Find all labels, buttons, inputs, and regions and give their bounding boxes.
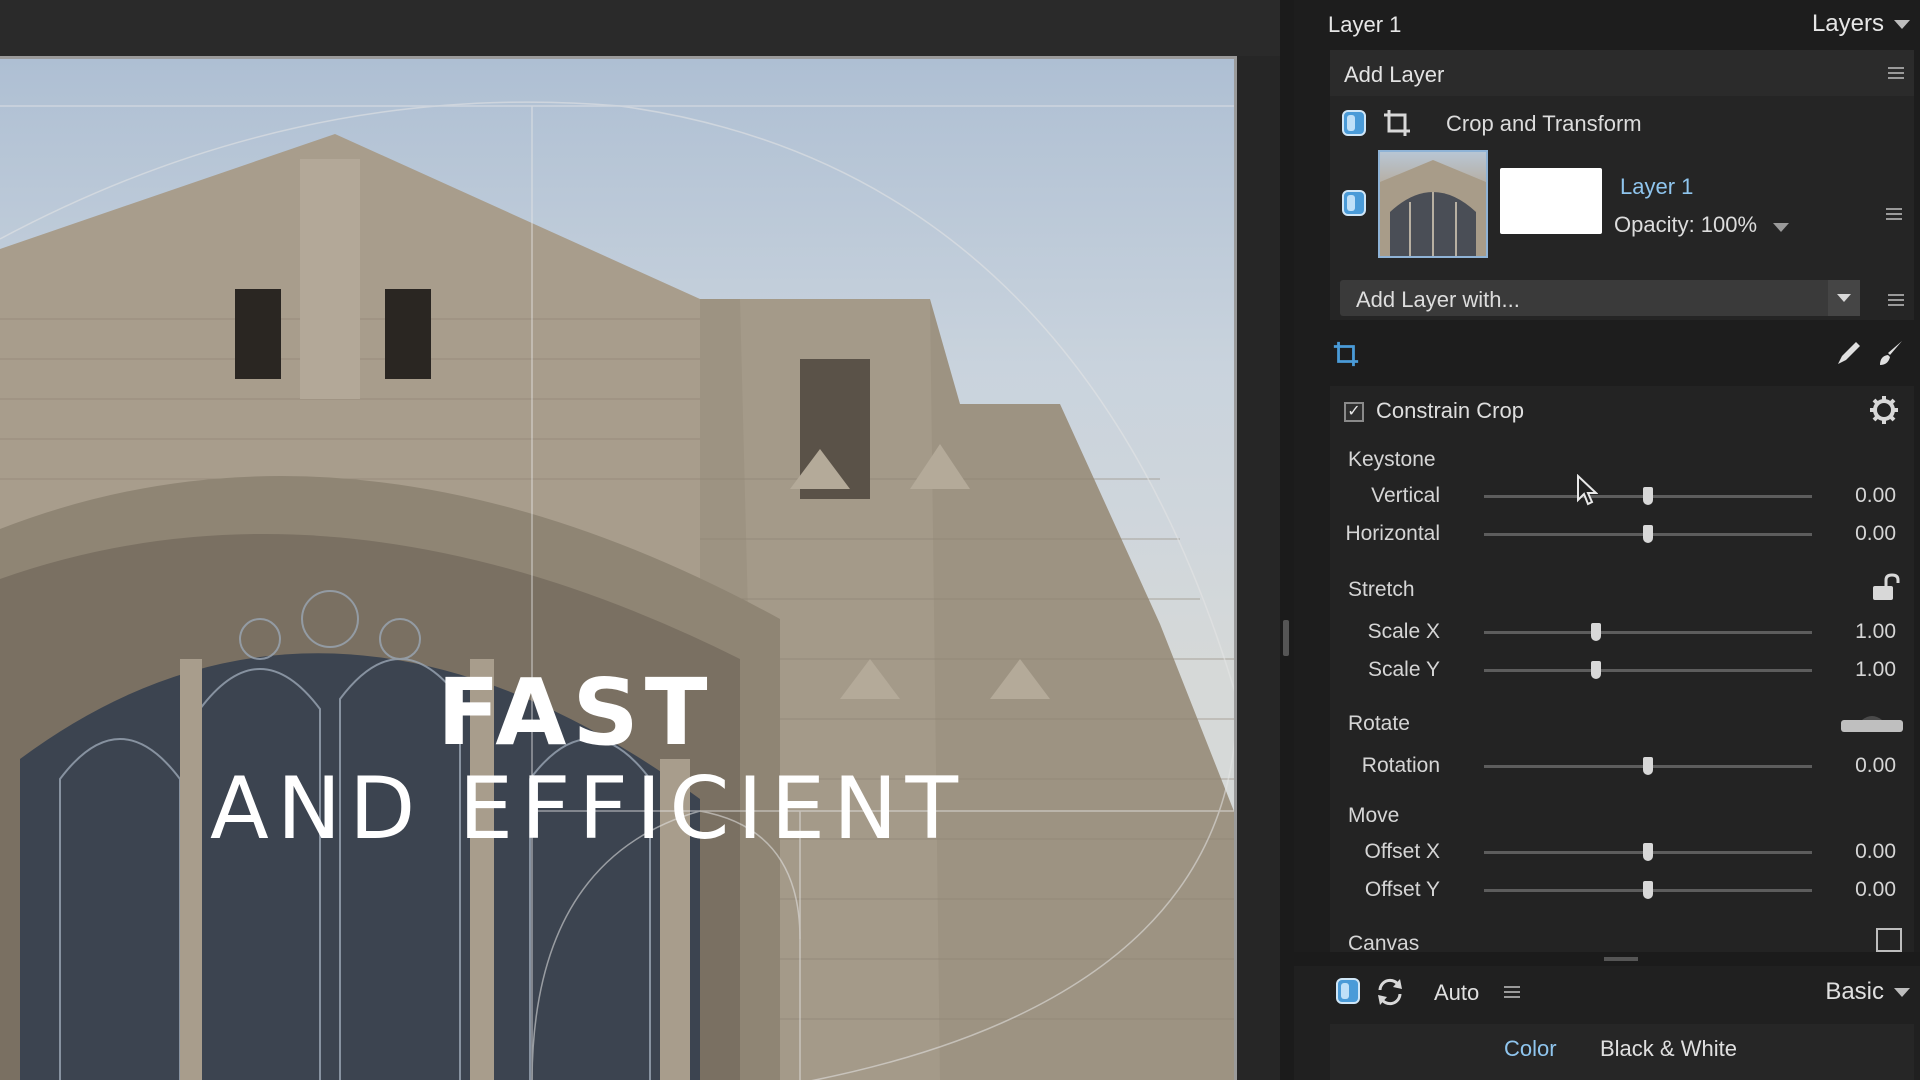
vertical-slider-label: Vertical <box>1371 484 1440 507</box>
canvas-topbar <box>0 0 1280 56</box>
add-layer-row[interactable]: Add Layer <box>1330 50 1914 96</box>
adjust-visibility-toggle-icon[interactable] <box>1336 978 1360 1004</box>
rotation-value[interactable]: 0.00 <box>1816 754 1896 778</box>
bottom-panel: Auto Basic Color Black & White <box>1294 966 1920 1080</box>
rotate-level-icon[interactable] <box>1840 712 1904 734</box>
add-layer-with-label: Add Layer with... <box>1356 287 1520 312</box>
crop-panel: ✓ Constrain Crop Keystone Vertical 0.00 … <box>1330 386 1914 955</box>
scale-y-value[interactable]: 1.00 <box>1816 658 1896 682</box>
church-photo <box>0 101 1234 1080</box>
scale-y-slider-thumb[interactable] <box>1590 661 1601 679</box>
add-layer-with-select[interactable]: Add Layer with... <box>1340 280 1860 316</box>
brush-icon[interactable] <box>1876 338 1906 368</box>
layer1-visibility-toggle-icon[interactable] <box>1342 190 1366 216</box>
chevron-down-icon <box>1894 19 1910 29</box>
horizontal-value[interactable]: 0.00 <box>1816 522 1896 546</box>
keystone-section-label: Keystone <box>1348 448 1436 471</box>
tab-black-white[interactable]: Black & White <box>1600 1036 1737 1062</box>
horizontal-slider-thumb[interactable] <box>1643 525 1653 543</box>
constrain-crop-label[interactable]: Constrain Crop <box>1376 398 1524 424</box>
horizontal-slider-label: Horizontal <box>1345 522 1440 545</box>
vertical-value[interactable]: 0.00 <box>1816 484 1896 508</box>
splitter-grip[interactable] <box>1283 620 1289 656</box>
offset-y-slider-thumb[interactable] <box>1643 881 1653 899</box>
scale-x-slider-thumb[interactable] <box>1590 623 1601 641</box>
scale-x-slider[interactable] <box>1484 623 1812 641</box>
scale-y-slider[interactable] <box>1484 661 1812 679</box>
stretch-section-label: Stretch <box>1348 578 1415 601</box>
crop-icon[interactable] <box>1332 340 1360 368</box>
gear-icon[interactable] <box>1868 394 1900 426</box>
tab-color[interactable]: Color <box>1504 1036 1557 1062</box>
scale-x-value[interactable]: 1.00 <box>1816 620 1896 644</box>
horizontal-slider[interactable] <box>1484 525 1812 543</box>
lock-icon[interactable] <box>1870 572 1900 602</box>
layers-menu-label: Layers <box>1811 10 1884 37</box>
panel-divider[interactable] <box>1294 952 1920 966</box>
scale-x-slider-label: Scale X <box>1367 620 1440 643</box>
chevron-down-icon <box>1828 280 1860 316</box>
photo-canvas[interactable]: FAST AND EFFICIENT <box>0 56 1237 1080</box>
vertical-slider-thumb[interactable] <box>1643 487 1653 505</box>
layers-menu-button[interactable]: Layers <box>1812 10 1910 38</box>
mouse-cursor-icon <box>1577 474 1598 506</box>
right-panel: Layer 1 Layers Add Layer Crop and Transf… <box>1294 0 1920 1080</box>
crop-transform-layer-label[interactable]: Crop and Transform <box>1446 111 1642 137</box>
hamburger-icon[interactable] <box>1504 986 1520 998</box>
offset-x-slider[interactable] <box>1484 843 1812 861</box>
tool-bar <box>1330 330 1914 376</box>
offset-y-value[interactable]: 0.00 <box>1816 878 1896 902</box>
layer1-opacity[interactable]: Opacity: 100% <box>1614 212 1790 238</box>
rotation-slider-thumb[interactable] <box>1643 757 1653 775</box>
color-mode-tabs: Color Black & White <box>1330 1024 1914 1080</box>
panel-splitter[interactable] <box>1280 0 1294 1080</box>
offset-x-value[interactable]: 0.00 <box>1816 840 1896 864</box>
overlay-title-efficient: AND EFFICIENT <box>210 759 966 859</box>
current-layer-title: Layer 1 <box>1328 12 1402 37</box>
hamburger-icon[interactable] <box>1888 67 1904 79</box>
divider-grip[interactable] <box>1604 957 1638 961</box>
panel-header: Layer 1 Layers <box>1294 0 1920 48</box>
offset-x-slider-thumb[interactable] <box>1643 843 1653 861</box>
add-layer-label: Add Layer <box>1344 62 1445 87</box>
move-section-label: Move <box>1348 804 1400 827</box>
chevron-down-icon <box>1773 223 1790 232</box>
hamburger-icon[interactable] <box>1886 208 1902 220</box>
rotation-slider-label: Rotation <box>1361 754 1440 777</box>
preset-menu-label: Basic <box>1825 978 1884 1005</box>
crop-visibility-toggle-icon[interactable] <box>1342 110 1366 136</box>
reset-icon[interactable] <box>1374 976 1406 1008</box>
offset-y-slider-label: Offset Y <box>1364 878 1440 901</box>
crop-icon <box>1384 110 1410 136</box>
rotate-section-label: Rotate <box>1348 712 1410 735</box>
constrain-crop-checkbox[interactable]: ✓ <box>1344 402 1364 422</box>
offset-y-slider[interactable] <box>1484 881 1812 899</box>
preset-menu-button[interactable]: Basic <box>1825 978 1910 1006</box>
rotation-slider[interactable] <box>1484 757 1812 775</box>
offset-x-slider-label: Offset X <box>1364 840 1440 863</box>
chevron-down-icon <box>1894 987 1910 997</box>
vertical-slider[interactable] <box>1484 487 1812 505</box>
canvas-area: FAST AND EFFICIENT <box>0 0 1280 1080</box>
opacity-value: Opacity: 100% <box>1614 212 1758 237</box>
church-thumbnail-image <box>1380 160 1486 256</box>
pencil-icon[interactable] <box>1834 338 1864 368</box>
layers-list: Add Layer Crop and Transform Layer 1 Opa… <box>1330 50 1914 320</box>
overlay-title-fast: FAST <box>437 659 714 766</box>
layer1-name[interactable]: Layer 1 <box>1620 174 1693 200</box>
layer1-thumbnail[interactable] <box>1378 150 1488 258</box>
canvas-icon[interactable] <box>1876 928 1902 952</box>
scale-y-slider-label: Scale Y <box>1368 658 1440 681</box>
layer1-mask-thumbnail[interactable] <box>1500 168 1602 234</box>
auto-button[interactable]: Auto <box>1434 980 1479 1006</box>
hamburger-icon[interactable] <box>1888 294 1904 306</box>
